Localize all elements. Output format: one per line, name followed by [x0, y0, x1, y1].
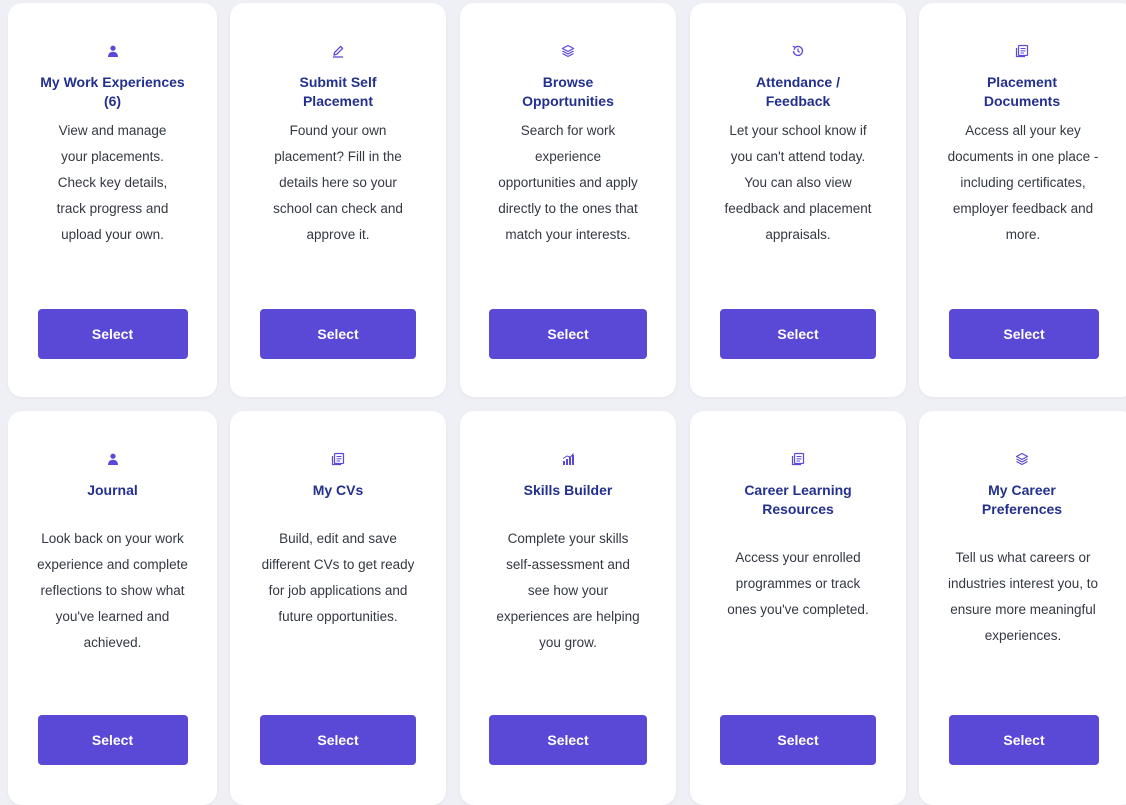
pencil-icon	[230, 43, 446, 59]
card-submit-self-placement: Submit Self Placement Found your own pla…	[230, 3, 446, 397]
select-button[interactable]: Select	[260, 309, 416, 359]
card-title: Skills Builder	[523, 482, 613, 498]
card-description: Search for work experience opportunities…	[498, 123, 638, 242]
card-my-cvs: My CVs Build, edit and save different CV…	[230, 411, 446, 805]
layers-icon	[460, 43, 676, 59]
card-description: Access your enrolled programmes or track…	[727, 550, 869, 617]
card-description: Complete your skills self-assessment and…	[496, 531, 640, 650]
chart-icon	[460, 451, 676, 467]
card-title: My Work Experiences (6)	[40, 74, 185, 109]
person-icon	[8, 451, 217, 467]
select-button[interactable]: Select	[720, 309, 876, 359]
layers-icon	[919, 451, 1125, 467]
card-description: View and manage your placements. Check k…	[56, 123, 169, 242]
card-description: Look back on your work experience and co…	[37, 531, 188, 650]
card-my-career-preferences: My Career Preferences Tell us what caree…	[919, 411, 1126, 805]
documents-icon	[230, 451, 446, 467]
select-button[interactable]: Select	[949, 715, 1099, 765]
card-description: Found your own placement? Fill in the de…	[273, 123, 403, 242]
card-description: Tell us what careers or industries inter…	[947, 550, 1099, 643]
select-button[interactable]: Select	[720, 715, 876, 765]
card-description: Build, edit and save different CVs to ge…	[261, 531, 415, 624]
card-title: Placement Documents	[983, 74, 1061, 109]
select-button[interactable]: Select	[949, 309, 1099, 359]
card-title: My CVs	[312, 482, 364, 498]
card-skills-builder: Skills Builder Complete your skills self…	[460, 411, 676, 805]
card-career-learning-resources: Career Learning Resources Access your en…	[690, 411, 906, 805]
history-icon	[690, 43, 906, 59]
card-placement-documents: Placement Documents Access all your key …	[919, 3, 1126, 397]
select-button[interactable]: Select	[489, 715, 647, 765]
documents-icon	[690, 451, 906, 467]
card-journal: Journal Look back on your work experienc…	[8, 411, 217, 805]
select-button[interactable]: Select	[37, 309, 188, 359]
documents-icon	[919, 43, 1125, 59]
card-my-work-experiences: My Work Experiences (6) View and manage …	[8, 3, 217, 397]
card-description: Access all your key documents in one pla…	[947, 123, 1099, 242]
select-button[interactable]: Select	[260, 715, 416, 765]
card-description: Let your school know if you can't attend…	[724, 123, 872, 242]
card-title: Journal	[87, 482, 138, 498]
card-attendance-feedback: Attendance / Feedback Let your school kn…	[690, 3, 906, 397]
select-button[interactable]: Select	[489, 309, 647, 359]
card-title: Career Learning Resources	[744, 482, 852, 517]
card-title: My Career Preferences	[981, 482, 1063, 517]
person-icon	[8, 43, 217, 59]
card-browse-opportunities: Browse Opportunities Search for work exp…	[460, 3, 676, 397]
card-title: Browse Opportunities	[522, 74, 614, 109]
card-title: Attendance / Feedback	[755, 74, 840, 109]
select-button[interactable]: Select	[37, 715, 188, 765]
card-title: Submit Self Placement	[299, 74, 377, 109]
